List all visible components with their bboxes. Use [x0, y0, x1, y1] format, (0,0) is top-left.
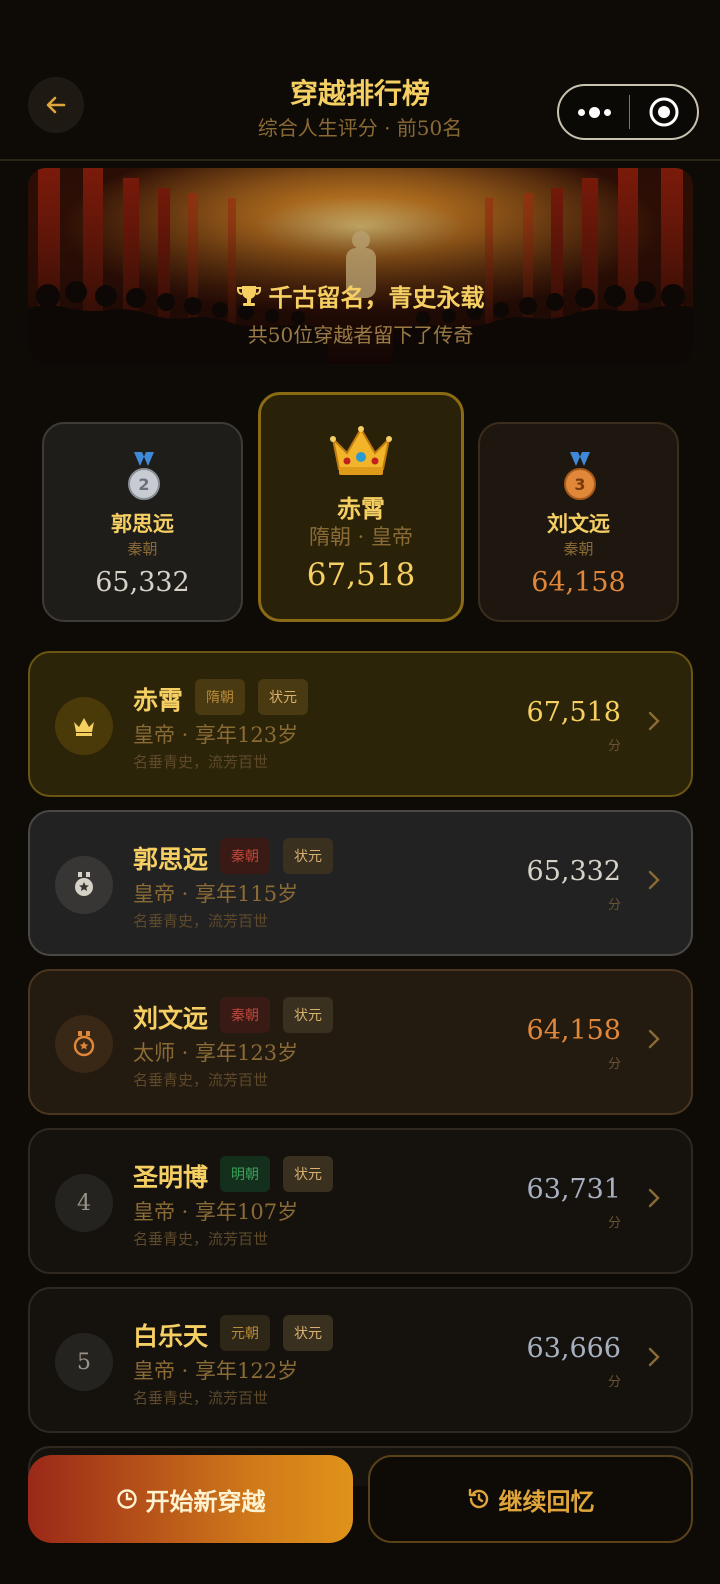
motto: 名垂青史，流芳百世: [133, 1071, 269, 1089]
ranking-row-4[interactable]: 4 圣明博 明朝 状元 皇帝 · 享年107岁 名垂青史，流芳百世 63,731…: [28, 1128, 693, 1274]
more-dot-icon: [603, 108, 611, 116]
podium-first-score: 67,518: [306, 557, 416, 593]
motto: 名垂青史，流芳百世: [133, 1389, 269, 1407]
motto: 名垂青史，流芳百世: [133, 912, 269, 930]
title-tag: 状元: [283, 1315, 333, 1351]
start-button-label: 开始新穿越: [145, 1486, 266, 1516]
podium-third-score: 64,158: [531, 567, 626, 598]
continue-button-label: 继续回忆: [498, 1486, 595, 1516]
banner-subtitle: 共50位穿越者留下了传奇: [247, 323, 474, 347]
ranking-row-5[interactable]: 5 白乐天 元朝 状元 皇帝 · 享年122岁 名垂青史，流芳百世 63,666…: [28, 1287, 693, 1433]
score: 63,666: [526, 1333, 621, 1364]
title-tag: 状元: [283, 1156, 333, 1192]
podium-first-dynasty: 隋朝 · 皇帝: [308, 525, 414, 549]
role-age: 皇帝 · 享年115岁: [133, 882, 299, 906]
more-dot-icon: [577, 108, 585, 116]
podium-second-dynasty: 秦朝: [127, 540, 158, 558]
medal-icon: [73, 1031, 95, 1057]
chevron-right-icon: [648, 1347, 660, 1367]
more-dot-icon: [588, 106, 600, 118]
role-age: 皇帝 · 享年107岁: [133, 1200, 299, 1224]
start-new-journey-button[interactable]: 开始新穿越: [28, 1455, 353, 1543]
ranking-row-2[interactable]: 郭思远 秦朝 状元 皇帝 · 享年115岁 名垂青史，流芳百世 65,332 分: [28, 810, 693, 956]
chevron-right-icon: [648, 870, 660, 890]
chevron-right-icon: [648, 711, 660, 731]
motto: 名垂青史，流芳百世: [133, 753, 269, 771]
trophy-icon: [236, 285, 261, 306]
banner-caption: 千古留名，青史永载 共50位穿越者留下了传奇: [28, 278, 693, 348]
rank-badge: 5: [55, 1333, 113, 1391]
role-age: 太师 · 享年123岁: [133, 1041, 299, 1065]
svg-text:3: 3: [574, 475, 585, 494]
role-age: 皇帝 · 享年123岁: [133, 723, 299, 747]
podium-first-name: 赤霄: [337, 494, 385, 523]
rank-badge: [55, 697, 113, 755]
ranking-row-3[interactable]: 刘文远 秦朝 状元 太师 · 享年123岁 名垂青史，流芳百世 64,158 分: [28, 969, 693, 1115]
score: 64,158: [526, 1015, 621, 1046]
continue-memory-button[interactable]: 继续回忆: [368, 1455, 693, 1543]
player-name: 白乐天: [133, 1322, 209, 1351]
history-icon: [468, 1488, 488, 1509]
silver-medal-icon: 2: [128, 452, 160, 500]
podium-third-dynasty: 秦朝: [563, 540, 594, 558]
score-unit: 分: [607, 1057, 621, 1072]
dynasty-tag: 秦朝: [220, 838, 270, 874]
podium-second-name: 郭思远: [111, 511, 174, 536]
nav-header: 穿越排行榜 综合人生评分 · 前50名: [0, 0, 720, 161]
svg-text:2: 2: [138, 475, 149, 494]
record-icon: [649, 97, 678, 127]
role-age: 皇帝 · 享年122岁: [133, 1359, 299, 1383]
dynasty-tag: 元朝: [220, 1315, 270, 1351]
score-unit: 分: [607, 1375, 621, 1390]
podium-second[interactable]: 2 郭思远 秦朝 65,332: [42, 422, 243, 622]
rank-badge: [55, 856, 113, 914]
podium-first[interactable]: 赤霄 隋朝 · 皇帝 67,518: [258, 392, 464, 622]
crown-icon: [74, 718, 94, 736]
score: 63,731: [526, 1174, 621, 1205]
dynasty-tag: 明朝: [220, 1156, 270, 1192]
title-tag: 状元: [258, 679, 308, 715]
score-unit: 分: [607, 1216, 621, 1231]
player-name: 郭思远: [133, 845, 209, 874]
chevron-right-icon: [648, 1188, 660, 1208]
score: 65,332: [526, 856, 621, 887]
player-name: 赤霄: [133, 686, 184, 715]
clock-icon: [116, 1489, 137, 1509]
miniprogram-capsule: [557, 84, 699, 140]
more-menu-button[interactable]: [559, 106, 629, 118]
bronze-medal-icon: 3: [564, 452, 596, 500]
dynasty-tag: 隋朝: [195, 679, 245, 715]
dynasty-tag: 秦朝: [220, 997, 270, 1033]
rank-badge: [55, 1015, 113, 1073]
chevron-right-icon: [648, 1029, 660, 1049]
ranking-row-1[interactable]: 赤霄 隋朝 状元 皇帝 · 享年123岁 名垂青史，流芳百世 67,518 分: [28, 651, 693, 797]
score: 67,518: [526, 697, 621, 728]
motto: 名垂青史，流芳百世: [133, 1230, 269, 1248]
rank-badge: 4: [55, 1174, 113, 1232]
close-capsule-button[interactable]: [630, 95, 697, 129]
player-name: 圣明博: [133, 1163, 209, 1192]
podium-third[interactable]: 3 刘文远 秦朝 64,158: [478, 422, 679, 622]
title-tag: 状元: [283, 997, 333, 1033]
medal-icon: [75, 872, 93, 896]
score-unit: 分: [607, 898, 621, 913]
hero-banner: 千古留名，青史永载 共50位穿越者留下了传奇: [28, 168, 693, 364]
title-tag: 状元: [283, 838, 333, 874]
player-name: 刘文远: [133, 1004, 209, 1033]
score-unit: 分: [607, 739, 621, 754]
banner-heading: 千古留名，青史永载: [28, 278, 693, 313]
banner-title-text: 千古留名，青史永载: [268, 283, 485, 312]
crown-icon: [330, 426, 392, 475]
podium-third-name: 刘文远: [547, 511, 610, 536]
podium-second-score: 65,332: [95, 567, 190, 598]
